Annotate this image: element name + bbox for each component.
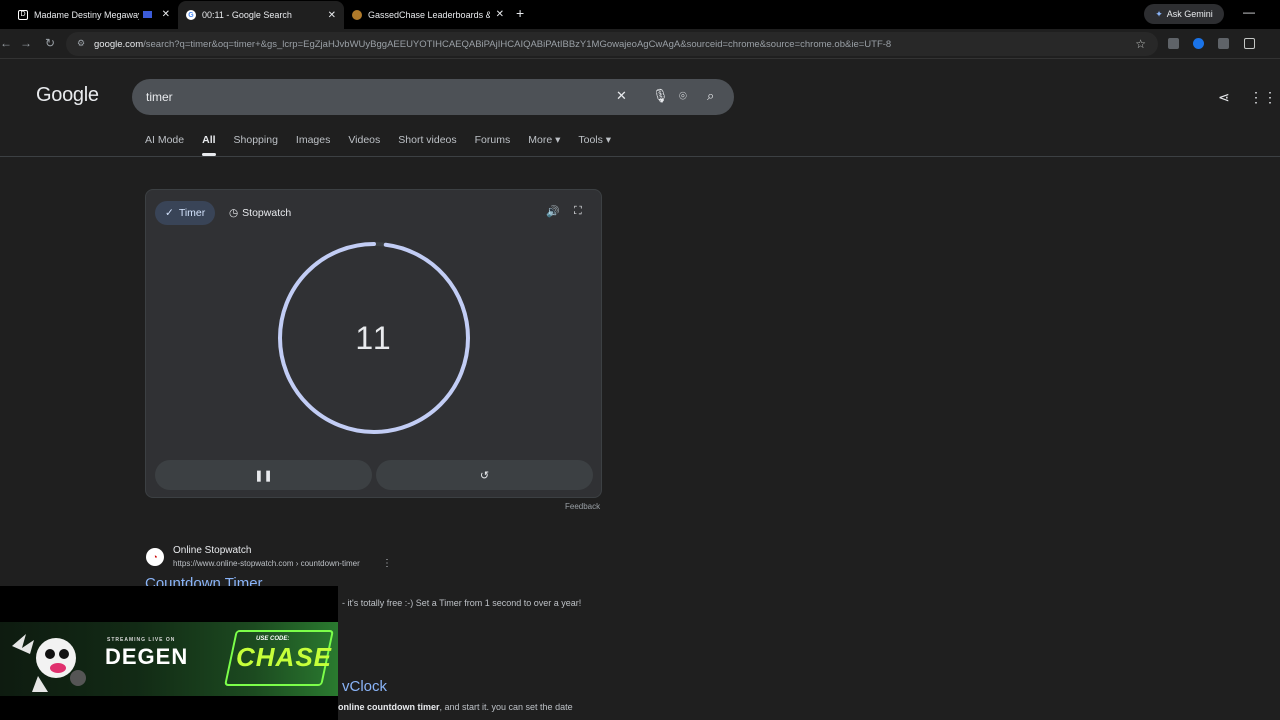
close-icon[interactable]: ✕: [496, 9, 504, 20]
extension-icon[interactable]: [1218, 38, 1229, 49]
forward-arrow-icon[interactable]: →: [20, 36, 32, 50]
result-snippet: online countdown timer, and start it. yo…: [338, 702, 573, 712]
result-url[interactable]: https://www.online-stopwatch.com › count…: [173, 559, 360, 568]
more-options-icon[interactable]: ⋮: [382, 558, 392, 569]
tab-gassedchase[interactable]: GassedChase Leaderboards & B ✕: [344, 2, 512, 27]
result-snippet-rest: , and start it. you can set the date: [439, 702, 573, 712]
divider: [0, 156, 1280, 157]
tab-ai-mode[interactable]: AI Mode: [145, 134, 184, 154]
tab-google-search[interactable]: G 00:11 - Google Search ✕: [178, 1, 344, 29]
ask-gemini-label: Ask Gemini: [1166, 9, 1213, 19]
microphone-icon[interactable]: 🎙: [652, 88, 669, 104]
reset-icon: ↺: [479, 469, 490, 482]
sound-icon[interactable]: 🔊: [546, 205, 560, 218]
result-title[interactable]: vClock: [342, 678, 387, 695]
timer-mode-button[interactable]: ✓ Timer: [155, 201, 216, 225]
timer-mode-label: Timer: [178, 207, 206, 219]
stopwatch-mode-label: Stopwatch: [242, 207, 292, 219]
tab-images[interactable]: Images: [296, 134, 330, 154]
address-bar[interactable]: ⚙ google.com /search?q=timer&oq=timer+&g…: [66, 32, 1158, 56]
tab-videos[interactable]: Videos: [348, 134, 380, 154]
code-label: CHASE: [236, 642, 333, 672]
share-icon[interactable]: ⋖: [1218, 89, 1230, 106]
checkmark-icon: ✓: [165, 207, 174, 219]
tab-madame-destiny[interactable]: D Madame Destiny Megaways ✕: [10, 2, 178, 27]
gassedchase-favicon-icon: [352, 9, 362, 20]
lens-icon[interactable]: ⌾: [679, 88, 687, 104]
close-icon[interactable]: ✕: [328, 10, 336, 21]
extension-icon[interactable]: [1193, 38, 1204, 49]
search-icon[interactable]: ⌕: [707, 88, 714, 104]
tab-title: Madame Destiny Megaways: [34, 9, 139, 20]
mascot-logo-icon: [12, 634, 86, 692]
url-host: google.com: [94, 38, 144, 50]
bookmark-star-icon[interactable]: ☆: [1135, 37, 1146, 51]
browser-toolbar: ← → ↻ ⚙ google.com /search?q=timer&oq=ti…: [0, 29, 1280, 59]
tab-all[interactable]: All: [202, 134, 216, 156]
close-icon[interactable]: ✕: [162, 9, 170, 20]
google-favicon-icon: G: [186, 10, 196, 20]
reload-icon[interactable]: ↻: [45, 36, 55, 50]
fullscreen-icon[interactable]: ⛶: [574, 205, 582, 218]
google-logo[interactable]: Google: [36, 84, 99, 107]
ask-gemini-button[interactable]: ✦ Ask Gemini: [1144, 4, 1224, 24]
tab-short-videos[interactable]: Short videos: [398, 134, 456, 154]
minimize-icon[interactable]: —: [1243, 5, 1255, 19]
brand-label: DEGEN: [105, 644, 189, 669]
streaming-label: STREAMING LIVE ON: [107, 637, 176, 643]
tab-favicon-icon: D: [18, 9, 28, 20]
result-snippet-bold: online countdown timer: [338, 702, 440, 712]
apps-grid-icon[interactable]: ⋮⋮: [1249, 89, 1277, 106]
tab-tools[interactable]: Tools ▾: [578, 134, 611, 154]
search-query: timer: [146, 90, 173, 104]
screen-share-icon: [142, 11, 152, 18]
clock-icon: ◷: [229, 207, 239, 219]
tab-strip: D Madame Destiny Megaways ✕ G 00:11 - Go…: [0, 0, 1280, 29]
search-input[interactable]: timer ✕ 🎙 ⌾ ⌕: [132, 79, 734, 115]
site-favicon-icon: ◔: [146, 548, 164, 566]
tab-title: GassedChase Leaderboards & B: [368, 9, 490, 20]
site-info-icon[interactable]: ⚙: [77, 38, 87, 48]
sponsor-banner: STREAMING LIVE ON DEGEN USE CODE: CHASE: [0, 622, 338, 696]
gemini-sparkle-icon: ✦: [1155, 8, 1163, 19]
search-nav-tabs: AI Mode All Shopping Images Videos Short…: [145, 134, 629, 156]
timer-value: 11: [355, 320, 393, 356]
extension-icon[interactable]: [1168, 38, 1179, 49]
pause-button[interactable]: ❚❚: [155, 460, 372, 490]
feedback-link[interactable]: Feedback: [565, 502, 600, 511]
result-site-name[interactable]: Online Stopwatch: [173, 545, 251, 556]
result-snippet: - it's totally free :-) Set a Timer from…: [342, 598, 582, 608]
timer-card: ✓ Timer ◷ Stopwatch 🔊 ⛶ 11 ❚❚ ↺: [145, 189, 602, 498]
tab-shopping[interactable]: Shopping: [234, 134, 278, 154]
pause-icon: ❚❚: [254, 469, 273, 482]
url-path: /search?q=timer&oq=timer+&gs_lcrp=EgZjaH…: [143, 38, 892, 50]
clear-icon[interactable]: ✕: [616, 88, 627, 104]
tab-forums[interactable]: Forums: [475, 134, 511, 154]
tab-more[interactable]: More ▾: [528, 134, 560, 154]
extensions-puzzle-icon[interactable]: [1244, 38, 1255, 49]
new-tab-button[interactable]: +: [516, 5, 524, 21]
stream-overlay: STREAMING LIVE ON DEGEN USE CODE: CHASE: [0, 586, 338, 720]
stopwatch-mode-button[interactable]: ◷ Stopwatch: [219, 201, 301, 225]
reset-button[interactable]: ↺: [376, 460, 593, 490]
tab-title: 00:11 - Google Search: [202, 10, 292, 20]
back-arrow-icon[interactable]: ←: [0, 36, 12, 50]
